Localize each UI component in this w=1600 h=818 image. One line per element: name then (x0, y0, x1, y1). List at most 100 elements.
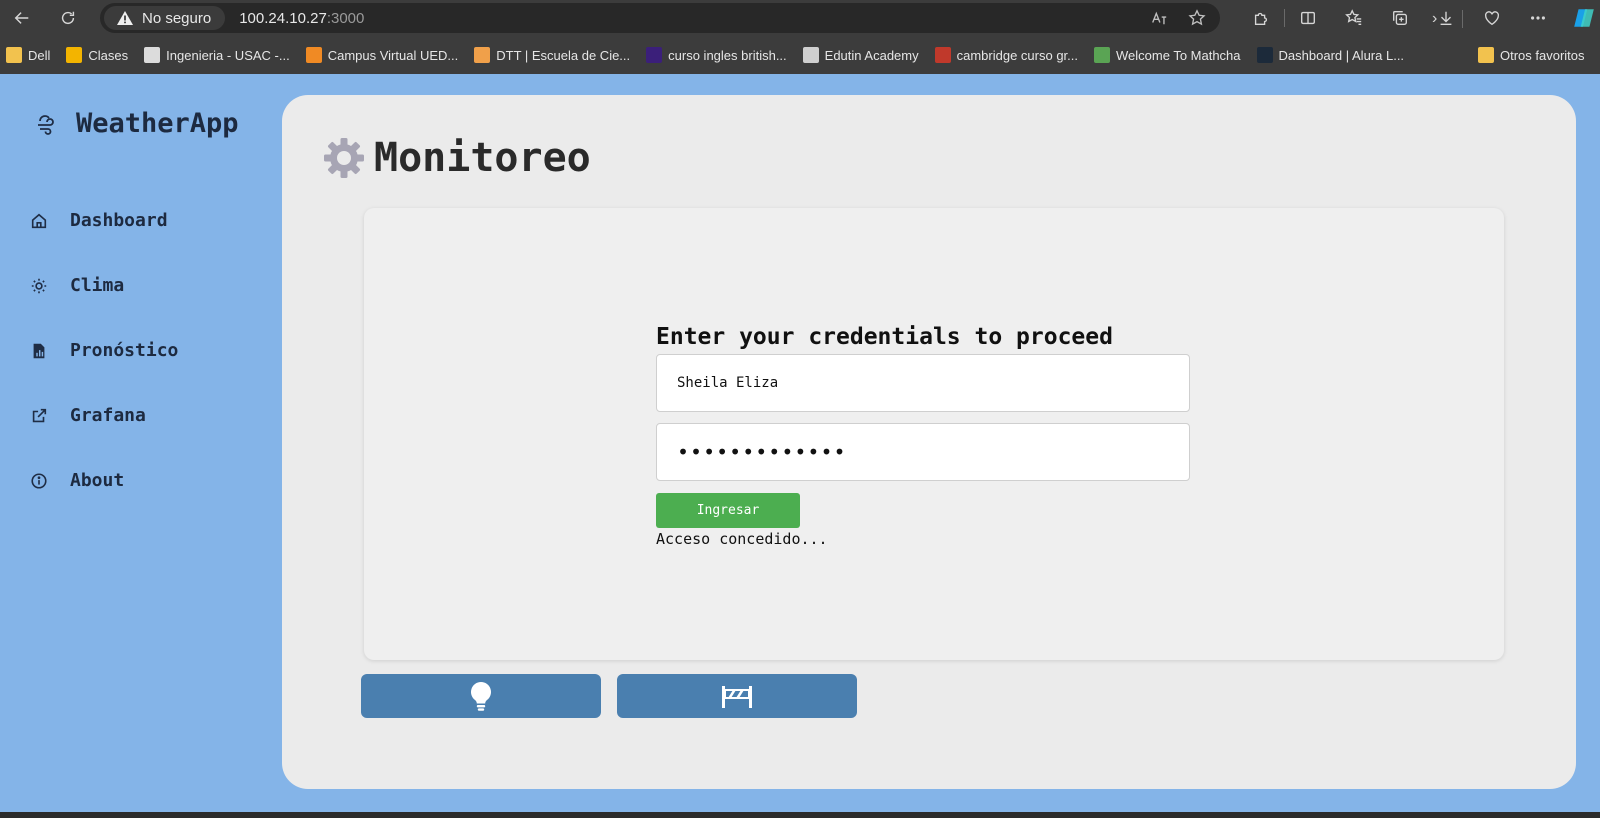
sidebar-item-grafana[interactable]: Grafana (30, 383, 178, 448)
login-card: Enter your credentials to proceed Sheila… (364, 208, 1504, 660)
copilot-button[interactable] (1561, 0, 1600, 36)
bookmark-item[interactable]: Welcome To Mathcha (1094, 47, 1241, 63)
url-text[interactable]: 100.24.10.27:3000 (239, 10, 364, 27)
back-button[interactable] (4, 0, 40, 36)
sidebar-item-label: Grafana (70, 405, 146, 426)
browser-actions (1238, 0, 1600, 36)
bookmark-label: curso ingles british... (668, 47, 787, 63)
url-port: :3000 (326, 9, 365, 27)
home-icon (31, 213, 47, 228)
read-aloud-icon[interactable] (1150, 9, 1168, 27)
barrier-icon (722, 686, 752, 708)
page-header: Monitoreo (322, 135, 591, 181)
cloud-wind-icon (38, 114, 54, 135)
chart-document-icon (33, 343, 45, 358)
password-input[interactable]: ••••••••••••• (656, 423, 1190, 481)
external-link-icon (32, 408, 47, 422)
page-icon (802, 47, 819, 63)
extensions-button[interactable] (1238, 0, 1284, 36)
bookmarks-divider (1462, 10, 1463, 28)
browser-essentials-button[interactable] (1469, 0, 1515, 36)
copilot-icon (1574, 9, 1594, 27)
favorites-icon (1345, 9, 1362, 25)
reload-icon (61, 11, 75, 25)
bookmark-label: cambridge curso gr... (956, 47, 1078, 63)
bookmark-item[interactable]: Ingenieria - USAC -... (144, 47, 290, 63)
sidebar-nav: Dashboard Clima Pronóstico Grafana About (30, 188, 178, 513)
address-bar[interactable]: No seguro 100.24.10.27:3000 (100, 3, 1220, 33)
gear-icon (324, 138, 364, 178)
sidebar: WeatherApp Dashboard Clima Pronóstico Gr… (0, 74, 280, 812)
classroom-icon (66, 47, 83, 63)
security-indicator[interactable]: No seguro (104, 6, 226, 30)
folder-icon (6, 47, 22, 63)
bookmark-label: Campus Virtual UED... (327, 47, 459, 63)
warning-icon (117, 11, 133, 25)
bookmark-label: DTT | Escuela de Cie... (496, 47, 631, 63)
dtt-icon (474, 47, 491, 63)
heart-pulse-icon (1485, 11, 1499, 26)
bookmark-item[interactable]: Edutin Academy (802, 47, 919, 63)
bookmark-label: Dell (28, 47, 51, 63)
arrow-left-icon (14, 12, 29, 24)
security-label: No seguro (142, 9, 212, 27)
collections-button[interactable] (1377, 0, 1423, 36)
page-title: Monitoreo (374, 135, 591, 181)
bookmark-item[interactable]: curso ingles british... (646, 47, 787, 63)
info-icon (31, 472, 47, 489)
star-icon[interactable] (1188, 9, 1206, 27)
username-input[interactable]: Sheila Eliza (656, 354, 1190, 412)
brand[interactable]: WeatherApp (34, 108, 239, 139)
sidebar-item-label: Pronóstico (70, 340, 179, 361)
sidebar-item-dashboard[interactable]: Dashboard (30, 188, 178, 253)
bookmark-item[interactable]: Campus Virtual UED... (305, 47, 459, 63)
bookmark-item[interactable]: Dashboard | Alura L... (1256, 47, 1405, 63)
bookmarks-bar: Dell Clases Ingenieria - USAC -... Campus V… (0, 36, 1600, 74)
bookmark-label: Welcome To Mathcha (1116, 47, 1241, 63)
split-screen-icon (1301, 11, 1315, 25)
sidebar-item-pronostico[interactable]: Pronóstico (30, 318, 178, 383)
brand-name: WeatherApp (76, 108, 239, 139)
cambridge-icon (934, 47, 951, 63)
download-icon (1440, 11, 1452, 25)
sun-icon (31, 278, 47, 293)
folder-icon (1478, 47, 1494, 63)
sidebar-item-label: Dashboard (70, 210, 168, 231)
bookmark-item[interactable]: DTT | Escuela de Cie... (474, 47, 630, 63)
login-status: Acceso concedido... (656, 530, 828, 548)
other-favorites[interactable]: Otros favoritos (1478, 36, 1585, 74)
bookmark-label: Edutin Academy (824, 47, 919, 63)
more-button[interactable] (1515, 0, 1561, 36)
moodle-icon (305, 47, 322, 63)
other-favorites-label: Otros favoritos (1500, 47, 1585, 63)
split-screen-button[interactable] (1285, 0, 1331, 36)
lightbulb-icon (471, 682, 491, 711)
usac-icon (144, 47, 161, 63)
british-council-icon (646, 47, 663, 63)
bookmark-item[interactable]: Clases (66, 47, 128, 63)
more-horizontal-icon (1531, 16, 1545, 20)
sidebar-item-label: Clima (70, 275, 125, 296)
url-host: 100.24.10.27 (239, 9, 327, 27)
login-heading: Enter your credentials to proceed (656, 324, 1113, 350)
bookmark-label: Dashboard | Alura L... (1278, 47, 1405, 63)
bookmark-label: Ingenieria - USAC -... (166, 47, 290, 63)
mathcha-icon (1094, 47, 1110, 63)
collections-icon (1393, 11, 1407, 25)
barrier-button[interactable] (617, 674, 857, 718)
bookmark-item[interactable]: cambridge curso gr... (934, 47, 1078, 63)
sidebar-item-about[interactable]: About (30, 448, 178, 513)
bookmark-label: Clases (88, 47, 129, 63)
chevron-right-icon[interactable]: › (1432, 10, 1437, 28)
page-viewport: WeatherApp Dashboard Clima Pronóstico Gr… (0, 74, 1600, 812)
reload-button[interactable] (50, 0, 86, 36)
login-button[interactable]: Ingresar (656, 493, 800, 528)
favorites-button[interactable] (1331, 0, 1377, 36)
login-form: Enter your credentials to proceed Sheila… (656, 324, 1190, 548)
sidebar-item-label: About (70, 470, 125, 491)
puzzle-icon (1254, 12, 1268, 25)
sidebar-item-clima[interactable]: Clima (30, 253, 178, 318)
bookmark-item[interactable]: Dell (6, 47, 50, 63)
window-bottom-edge (0, 812, 1600, 818)
lightbulb-button[interactable] (361, 674, 601, 718)
